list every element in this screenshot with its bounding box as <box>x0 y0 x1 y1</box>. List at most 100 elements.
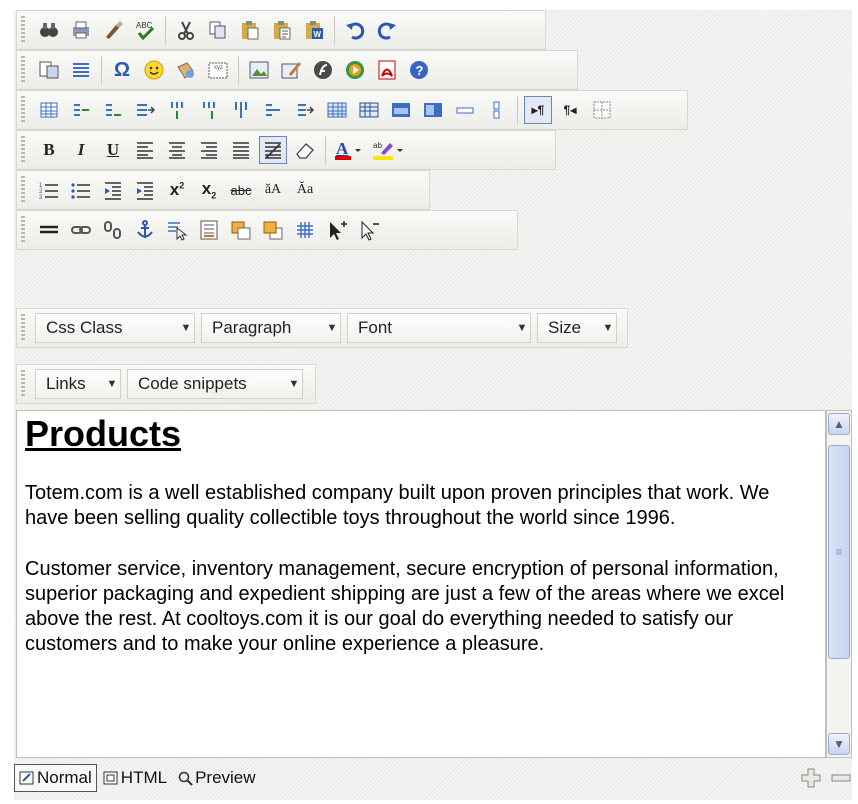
links-select[interactable]: Links ▼ <box>35 369 121 399</box>
align-center-icon[interactable] <box>163 136 191 164</box>
ordered-list-icon[interactable]: 123 <box>35 176 63 204</box>
table-style-icon[interactable] <box>419 96 447 124</box>
delete-row-icon[interactable] <box>131 96 159 124</box>
scroll-up-button[interactable]: ▲ <box>828 413 850 435</box>
toolbar-grip[interactable] <box>21 314 25 342</box>
merge-cells-icon[interactable] <box>451 96 479 124</box>
undo-icon[interactable] <box>341 16 369 44</box>
uppercase-icon[interactable]: Ăa <box>291 176 319 204</box>
vertical-scrollbar[interactable]: ▲ ≡ ▼ <box>826 410 852 758</box>
template-icon[interactable] <box>35 56 63 84</box>
unordered-list-icon[interactable] <box>67 176 95 204</box>
html-icon <box>103 771 118 785</box>
hr-icon[interactable] <box>35 216 63 244</box>
flash-icon[interactable] <box>309 56 337 84</box>
toolbar-grip[interactable] <box>21 370 25 398</box>
align-right-icon[interactable] <box>195 136 223 164</box>
text-box-icon[interactable]: xyz <box>204 56 232 84</box>
help-icon[interactable]: ? <box>405 56 433 84</box>
strikethrough-icon[interactable]: abc <box>227 176 255 204</box>
eraser-icon[interactable] <box>291 136 319 164</box>
spellcheck-icon[interactable]: ABC <box>131 16 159 44</box>
split-cells-icon[interactable] <box>483 96 511 124</box>
cell-props-icon[interactable] <box>387 96 415 124</box>
toolbar-grip[interactable] <box>21 96 25 124</box>
pdf-icon[interactable] <box>373 56 401 84</box>
css-class-select[interactable]: Css Class ▼ <box>35 313 195 343</box>
toolbar-row-3: ▸¶ ¶◂ <box>16 90 688 130</box>
paste-text-icon[interactable] <box>268 16 296 44</box>
image-edit-icon[interactable] <box>277 56 305 84</box>
paste-plain-icon[interactable] <box>99 16 127 44</box>
smiley-icon[interactable] <box>140 56 168 84</box>
merge-row-icon[interactable] <box>259 96 287 124</box>
image-map-icon[interactable] <box>163 216 191 244</box>
code-snippets-select[interactable]: Code snippets ▼ <box>127 369 303 399</box>
highlight-color-icon[interactable]: ab <box>370 136 408 164</box>
font-color-icon[interactable]: A <box>332 136 366 164</box>
table-props-icon[interactable] <box>355 96 383 124</box>
outdent-icon[interactable] <box>99 176 127 204</box>
toolbar-row-2: Ω xyz ? <box>16 50 578 90</box>
layer-back-icon[interactable] <box>259 216 287 244</box>
toolbar-grip[interactable] <box>21 216 25 244</box>
special-char-icon[interactable]: Ω <box>108 56 136 84</box>
rtl-icon[interactable]: ¶◂ <box>556 96 584 124</box>
scrollbar-thumb[interactable]: ≡ <box>828 445 850 659</box>
justify-none-icon[interactable] <box>259 136 287 164</box>
lowercase-icon[interactable]: ăA <box>259 176 287 204</box>
bold-button[interactable]: B <box>35 136 63 164</box>
align-justify-icon[interactable] <box>227 136 255 164</box>
normal-mode-tab[interactable]: Normal <box>14 764 97 792</box>
layer-front-icon[interactable] <box>227 216 255 244</box>
link-icon[interactable] <box>67 216 95 244</box>
table-border-icon[interactable] <box>588 96 616 124</box>
svg-text:xyz: xyz <box>214 65 223 71</box>
ltr-icon[interactable]: ▸¶ <box>524 96 552 124</box>
cut-icon[interactable] <box>172 16 200 44</box>
form-icon[interactable] <box>195 216 223 244</box>
print-icon[interactable] <box>67 16 95 44</box>
anchor-icon[interactable] <box>131 216 159 244</box>
insert-table-icon[interactable] <box>35 96 63 124</box>
delete-col-icon[interactable] <box>227 96 255 124</box>
font-select[interactable]: Font ▼ <box>347 313 531 343</box>
grid-icon[interactable] <box>291 216 319 244</box>
html-mode-tab[interactable]: HTML <box>99 764 171 792</box>
hr-list-icon[interactable] <box>67 56 95 84</box>
paragraph-select[interactable]: Paragraph ▼ <box>201 313 341 343</box>
insert-image-rights-icon[interactable] <box>172 56 200 84</box>
table-grid-icon[interactable] <box>323 96 351 124</box>
image-icon[interactable] <box>245 56 273 84</box>
editor-content-area[interactable]: Products Totem.com is a well established… <box>16 410 826 758</box>
expand-editor-icon[interactable] <box>800 767 822 789</box>
split-row-icon[interactable] <box>291 96 319 124</box>
row-above-icon[interactable] <box>67 96 95 124</box>
preview-mode-tab[interactable]: Preview <box>173 764 259 792</box>
indent-icon[interactable] <box>131 176 159 204</box>
row-below-icon[interactable] <box>99 96 127 124</box>
copy-icon[interactable] <box>204 16 232 44</box>
superscript-icon[interactable]: x2 <box>163 176 191 204</box>
paste-icon[interactable] <box>236 16 264 44</box>
col-left-icon[interactable] <box>163 96 191 124</box>
static-pos-icon[interactable] <box>355 216 383 244</box>
toolbar-grip[interactable] <box>21 16 25 44</box>
subscript-icon[interactable]: x2 <box>195 176 223 204</box>
shrink-editor-icon[interactable] <box>830 767 852 789</box>
find-icon[interactable] <box>35 16 63 44</box>
unlink-icon[interactable] <box>99 216 127 244</box>
paste-word-icon[interactable]: W <box>300 16 328 44</box>
toolbar-grip[interactable] <box>21 176 25 204</box>
align-left-icon[interactable] <box>131 136 159 164</box>
scroll-down-button[interactable]: ▼ <box>828 733 850 755</box>
underline-button[interactable]: U <box>99 136 127 164</box>
toolbar-grip[interactable] <box>21 56 25 84</box>
col-right-icon[interactable] <box>195 96 223 124</box>
absolute-pos-icon[interactable] <box>323 216 351 244</box>
media-icon[interactable] <box>341 56 369 84</box>
toolbar-grip[interactable] <box>21 136 25 164</box>
italic-button[interactable]: I <box>67 136 95 164</box>
size-select[interactable]: Size ▼ <box>537 313 617 343</box>
redo-icon[interactable] <box>373 16 401 44</box>
